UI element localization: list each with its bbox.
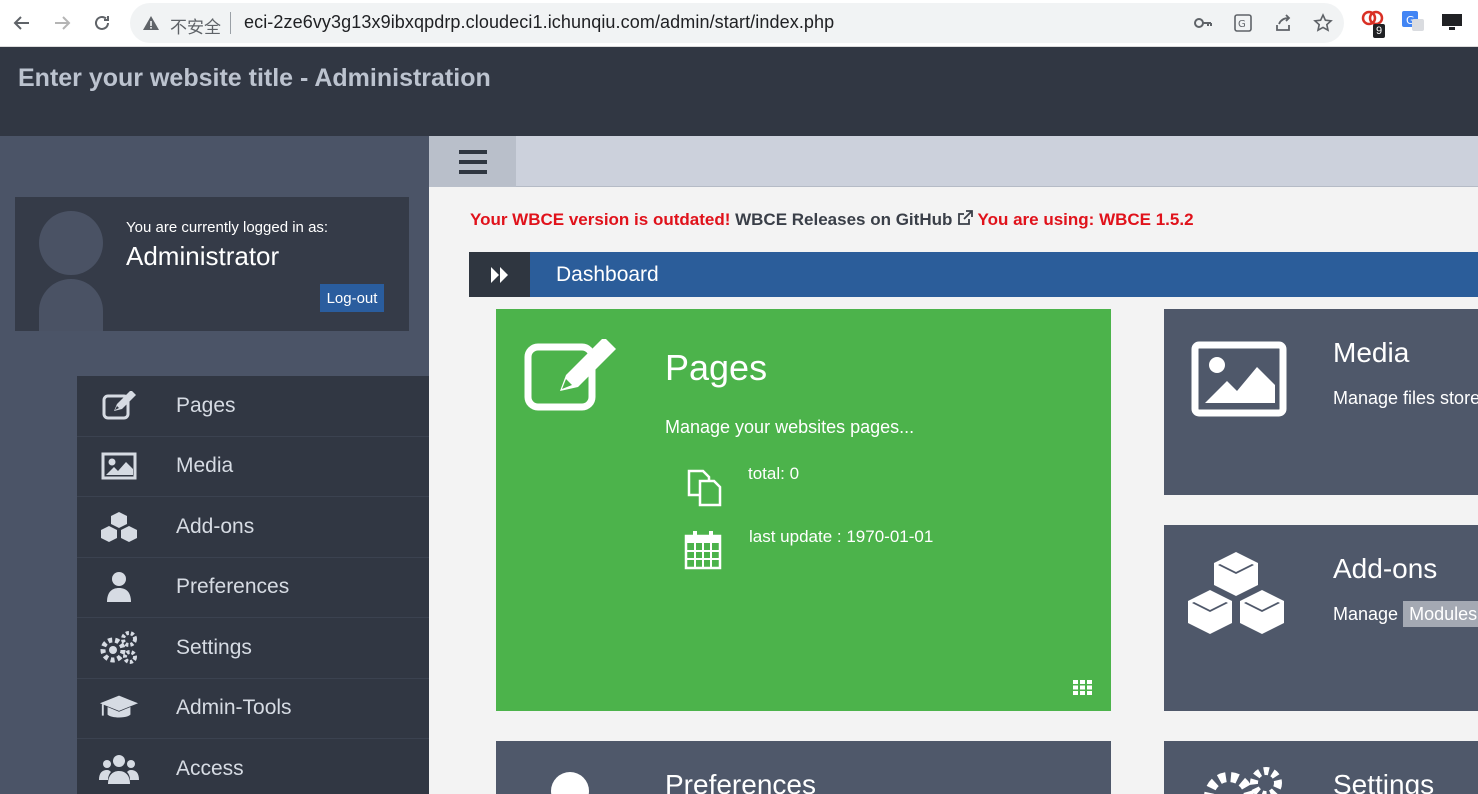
avatar-body — [39, 279, 103, 331]
sidebar-item-label: Pages — [176, 393, 236, 417]
dashboard-title: Dashboard — [556, 263, 659, 286]
double-chevron-right-icon — [490, 266, 508, 283]
address-bar[interactable]: 不安全 eci-2ze6vy3g13x9ibxqpdrp.cloudeci1.i… — [130, 3, 1344, 43]
edit-icon — [524, 339, 616, 411]
avatar-head — [39, 211, 103, 275]
reload-icon — [95, 15, 109, 30]
pages-card-description: Manage your websites pages... — [665, 417, 915, 437]
hamburger-icon — [458, 149, 487, 174]
pages-last-update: last update : 1970-01-01 — [749, 527, 934, 546]
sidebar-item-label: Admin-Tools — [176, 696, 292, 720]
warning-triangle-icon — [143, 16, 159, 30]
user-panel: You are currently logged in as: Administ… — [15, 197, 409, 331]
sidebar-item-label: Media — [176, 454, 234, 478]
external-link-icon — [958, 210, 974, 225]
sidebar-item-media[interactable]: Media — [77, 436, 429, 497]
menu-toggle-button[interactable] — [429, 136, 516, 187]
media-card-description: Manage files store — [1333, 388, 1478, 408]
addons-card-description: Manage Modules — [1333, 601, 1478, 627]
translate-icon[interactable]: G — [1233, 13, 1253, 33]
arrow-right-icon — [55, 16, 71, 30]
media-card[interactable]: Media Manage files store — [1164, 309, 1478, 495]
sidebar-item-admin-tools[interactable]: Admin-Tools — [77, 678, 429, 739]
edit-icon — [99, 389, 139, 423]
reload-button[interactable] — [88, 9, 116, 37]
grid-icon[interactable] — [1073, 680, 1093, 695]
users-icon — [99, 752, 139, 786]
dashboard-toggle-button[interactable] — [469, 252, 530, 297]
url-text[interactable]: eci-2ze6vy3g13x9ibxqpdrp.cloudeci1.ichun… — [244, 12, 834, 33]
sidebar-item-preferences[interactable]: Preferences — [77, 557, 429, 618]
files-icon — [687, 469, 722, 507]
media-card-title: Media — [1333, 337, 1410, 368]
preferences-card-title: Preferences — [665, 769, 816, 794]
bookmark-star-icon[interactable] — [1313, 13, 1333, 33]
dashboard-header: Dashboard — [469, 252, 1478, 297]
forward-button[interactable] — [48, 9, 76, 37]
github-releases-link-label: WBCE Releases on GitHub — [735, 210, 953, 229]
cogs-icon — [1204, 767, 1282, 794]
content-toolbar — [429, 136, 1478, 187]
pages-total: total: 0 — [748, 464, 800, 483]
share-icon[interactable] — [1273, 13, 1293, 33]
pages-card-title: Pages — [665, 347, 768, 388]
calendar-icon — [684, 531, 722, 570]
user-icon — [551, 772, 589, 794]
addons-card-title: Add-ons — [1333, 553, 1438, 584]
cubes-icon — [1188, 552, 1284, 634]
arrow-left-icon — [13, 16, 29, 30]
sidebar-menu: Pages Media Add-ons Preferences Settings — [77, 376, 429, 794]
modules-link[interactable]: Modules — [1403, 601, 1478, 627]
version-notice: Your WBCE version is outdated! WBCE Rele… — [470, 210, 1194, 230]
sidebar-item-label: Add-ons — [176, 514, 255, 538]
addons-card[interactable]: Add-ons Manage Modules — [1164, 525, 1478, 711]
sidebar-item-addons[interactable]: Add-ons — [77, 497, 429, 558]
pages-card[interactable]: Pages Manage your websites pages... tota… — [496, 309, 1111, 711]
back-button[interactable] — [8, 9, 36, 37]
sidebar-item-label: Preferences — [176, 575, 290, 599]
cubes-icon — [99, 510, 139, 544]
omnibox-divider — [230, 12, 231, 34]
app-header: Enter your website title - Administratio… — [0, 47, 1478, 136]
screen-icon[interactable] — [1440, 8, 1466, 36]
settings-card[interactable]: Settings — [1164, 741, 1478, 794]
key-icon[interactable] — [1193, 13, 1213, 33]
addons-description-text: Manage — [1333, 604, 1399, 624]
logged-in-label: You are currently logged in as: — [126, 219, 329, 236]
image-icon — [1191, 341, 1287, 417]
settings-card-title: Settings — [1333, 769, 1435, 794]
sidebar-item-access[interactable]: Access — [77, 739, 429, 794]
extension-badge: 9 — [1373, 24, 1386, 38]
sidebar-item-label: Settings — [176, 635, 252, 659]
avatar — [39, 211, 103, 331]
image-icon — [99, 449, 139, 483]
sidebar-item-label: Access — [176, 756, 244, 780]
insecure-label: 不安全 — [170, 18, 221, 38]
user-name: Administrator — [126, 241, 280, 271]
sidebar-item-pages[interactable]: Pages — [77, 376, 429, 437]
sidebar-item-settings[interactable]: Settings — [77, 618, 429, 679]
google-translate-extension-icon[interactable]: G — [1400, 8, 1426, 36]
outdated-warning: Your WBCE version is outdated! — [470, 210, 731, 229]
site-title[interactable]: Enter your website title - Administratio… — [18, 64, 491, 93]
logout-button[interactable]: Log-out — [320, 284, 384, 312]
sidebar: You are currently logged in as: Administ… — [0, 136, 429, 794]
cogs-icon — [99, 630, 139, 665]
browser-toolbar: 不安全 eci-2ze6vy3g13x9ibxqpdrp.cloudeci1.i… — [0, 0, 1478, 47]
github-releases-link[interactable]: WBCE Releases on GitHub — [735, 210, 977, 229]
preferences-card[interactable]: Preferences — [496, 741, 1111, 794]
svg-text:G: G — [1238, 19, 1246, 30]
user-icon — [99, 570, 139, 604]
current-version: You are using: WBCE 1.5.2 — [977, 210, 1194, 229]
graduation-cap-icon — [99, 691, 139, 725]
